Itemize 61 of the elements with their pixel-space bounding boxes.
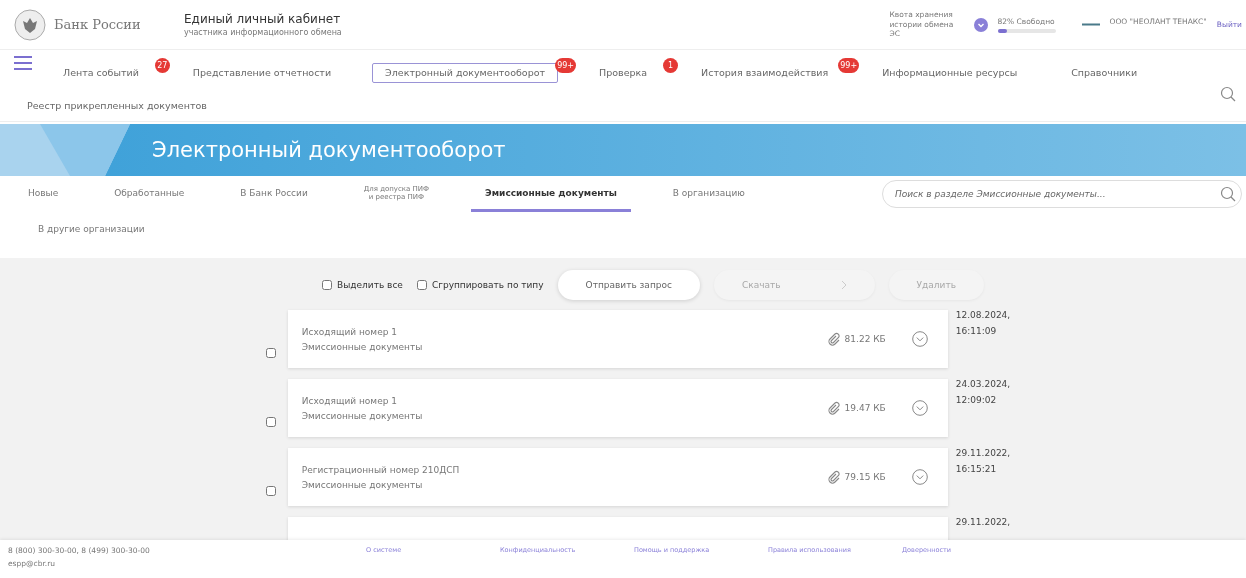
search-icon[interactable] bbox=[1220, 86, 1236, 102]
nav-tab[interactable]: Представление отчетности bbox=[179, 63, 345, 83]
document-title: Регистрационный номер 210ДСП bbox=[301, 464, 461, 475]
document-card[interactable]: Исходящий номер 1 Эмиссионные документы 19.47 КБ bbox=[287, 379, 948, 437]
document-title: Исходящий номер 1 bbox=[301, 326, 398, 337]
expand-icon[interactable] bbox=[911, 400, 928, 416]
section-tab[interactable]: В организацию bbox=[658, 176, 759, 212]
file-size: 79.15 КБ bbox=[844, 472, 886, 482]
search-field[interactable]: Поиск в разделе Эмиссионные документы... bbox=[882, 180, 1242, 208]
checkbox-label: Сгруппировать по типу bbox=[431, 280, 544, 290]
document-date: 29.11.2022, bbox=[955, 517, 1011, 527]
count-badge: 27 bbox=[154, 58, 170, 73]
action-button[interactable]: Отправить запрос bbox=[557, 270, 700, 300]
section-tab[interactable]: Обработанные bbox=[100, 176, 199, 212]
document-time: 12:09:02 bbox=[955, 395, 998, 405]
paperclip-icon bbox=[826, 401, 841, 415]
checkbox-label: Выделить все bbox=[337, 280, 403, 290]
section-tab[interactable]: Эмиссионные документы bbox=[471, 176, 631, 212]
chevron-down-icon[interactable] bbox=[973, 17, 988, 32]
document-date: 12.08.2024, bbox=[955, 310, 1011, 320]
emblem-icon bbox=[14, 8, 46, 41]
org-logo-icon bbox=[1081, 23, 1100, 26]
document-type: Эмиссионные документы bbox=[301, 410, 424, 421]
section-tab[interactable]: Новые bbox=[14, 176, 73, 212]
section-tab[interactable]: В Банк России bbox=[226, 176, 322, 212]
document-title: Исходящий номер 1 bbox=[301, 395, 398, 406]
expand-icon[interactable] bbox=[911, 331, 928, 347]
select-all-checkbox[interactable] bbox=[322, 280, 333, 290]
banner-title: Электронный документооборот bbox=[152, 138, 506, 162]
group-by-type-checkbox[interactable] bbox=[416, 280, 427, 290]
nav-tab[interactable]: Проверка bbox=[586, 63, 661, 83]
document-time: 16:15:21 bbox=[955, 464, 998, 474]
document-type: Эмиссионные документы bbox=[301, 479, 424, 490]
nav-tab[interactable]: Лента событий bbox=[50, 63, 152, 83]
row-checkbox[interactable] bbox=[265, 348, 276, 358]
portal-title: Единый личный кабинет bbox=[184, 12, 342, 26]
nav-tab[interactable]: Справочники bbox=[1058, 63, 1151, 83]
document-type: Эмиссионные документы bbox=[301, 341, 424, 352]
chevron-right-icon bbox=[840, 280, 847, 290]
menu-icon[interactable] bbox=[14, 56, 32, 70]
document-time: 16:11:09 bbox=[955, 326, 998, 336]
nav-tab[interactable]: Реестр прикрепленных документов bbox=[14, 96, 220, 116]
count-badge: 99+ bbox=[555, 58, 577, 73]
paperclip-icon bbox=[826, 332, 841, 346]
document-date: 29.11.2022, bbox=[955, 448, 1011, 458]
paperclip-icon bbox=[826, 470, 841, 484]
document-card[interactable]: Регистрационный номер 210ДСП Эмиссионные документы 79.15 КБ bbox=[287, 448, 948, 506]
count-badge: 99+ bbox=[838, 58, 860, 73]
count-badge: 1 bbox=[663, 58, 679, 73]
brand-name: Банк России bbox=[54, 17, 141, 32]
document-card[interactable]: Исходящий номер 1 Эмиссионные документы 81.22 КБ bbox=[287, 310, 948, 368]
file-size: 81.22 КБ bbox=[844, 334, 886, 344]
row-checkbox[interactable] bbox=[265, 417, 276, 427]
expand-icon[interactable] bbox=[911, 469, 928, 485]
nav-tab[interactable]: Информационные ресурсы bbox=[869, 63, 1031, 83]
section-tab[interactable]: В другие организации bbox=[24, 212, 159, 248]
row-checkbox[interactable] bbox=[265, 486, 276, 496]
document-date: 24.03.2024, bbox=[955, 379, 1011, 389]
file-size: 19.47 КБ bbox=[844, 403, 886, 413]
portal-subtitle: участника информационного обмена bbox=[184, 28, 342, 37]
search-icon[interactable] bbox=[1220, 186, 1236, 202]
